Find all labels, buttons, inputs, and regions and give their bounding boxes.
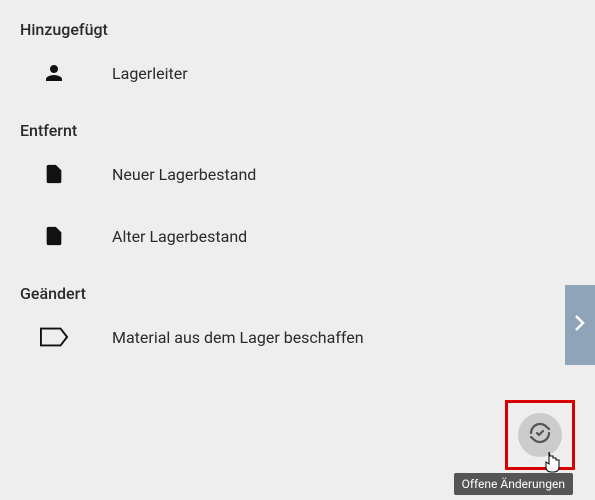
sync-button[interactable]: [518, 413, 562, 457]
list-item[interactable]: Material aus dem Lager beschaffen: [40, 323, 575, 351]
section-title-added: Hinzugefügt: [20, 20, 575, 39]
tooltip: Offene Änderungen: [454, 473, 573, 495]
section-removed: Entfernt Neuer Lagerbestand Alter Lagerb…: [20, 121, 575, 250]
list-item[interactable]: Alter Lagerbestand: [40, 222, 575, 250]
section-added: Hinzugefügt Lagerleiter: [20, 20, 575, 87]
list-item[interactable]: Neuer Lagerbestand: [40, 160, 575, 188]
file-icon: [40, 160, 68, 188]
section-title-changed: Geändert: [20, 284, 575, 303]
item-label: Neuer Lagerbestand: [112, 165, 256, 184]
chevron-right-icon: [574, 314, 586, 336]
item-label: Lagerleiter: [112, 64, 188, 83]
person-icon: [40, 59, 68, 87]
file-icon: [40, 222, 68, 250]
list-item[interactable]: Lagerleiter: [40, 59, 575, 87]
section-title-removed: Entfernt: [20, 121, 575, 140]
sync-highlight: [505, 400, 575, 470]
section-changed: Geändert Material aus dem Lager beschaff…: [20, 284, 575, 351]
tag-icon: [40, 323, 68, 351]
item-label: Material aus dem Lager beschaffen: [112, 328, 364, 347]
sync-icon: [528, 421, 552, 449]
next-button[interactable]: [565, 285, 595, 365]
item-label: Alter Lagerbestand: [112, 227, 247, 246]
